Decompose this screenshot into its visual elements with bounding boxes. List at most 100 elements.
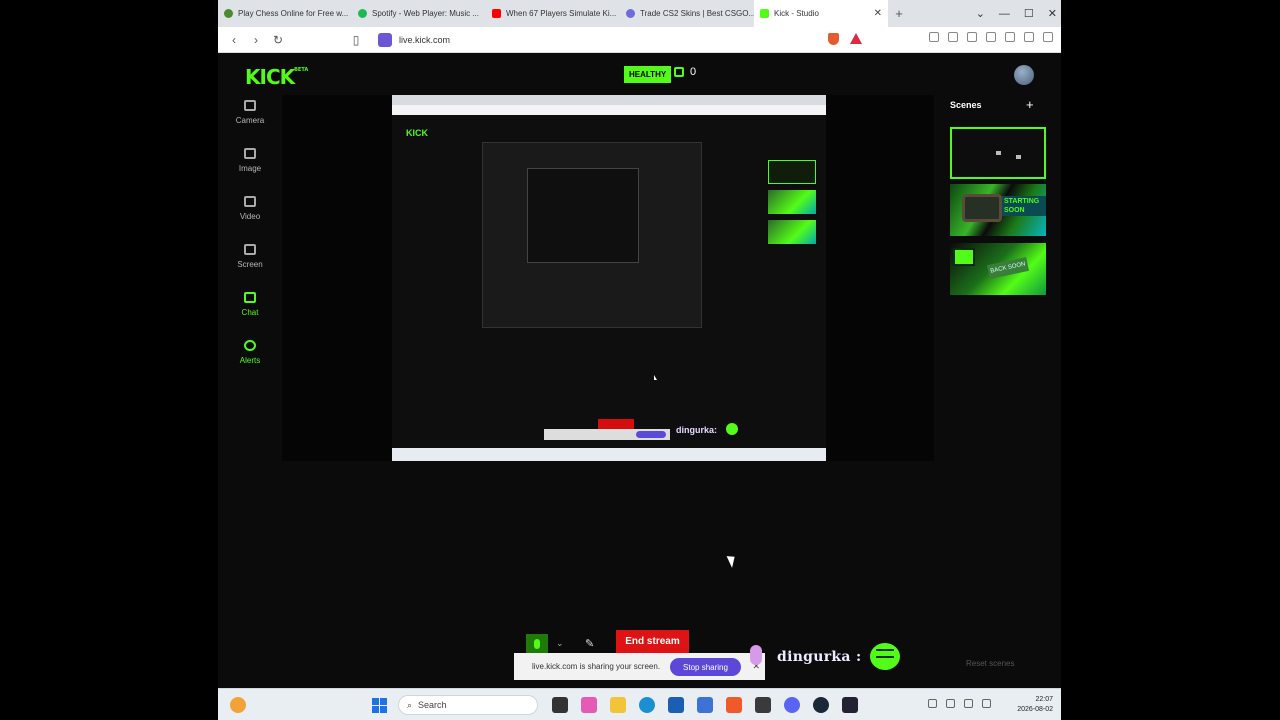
chat-username: dingurka : [777, 649, 862, 665]
new-tab-button[interactable]: + [888, 6, 910, 21]
vpn-icon[interactable] [1024, 32, 1034, 42]
store-icon[interactable] [668, 697, 684, 713]
scene-graphic [953, 248, 975, 266]
screen-icon [244, 244, 256, 255]
tab-youtube[interactable]: When 67 Players Simulate Ki... [486, 0, 620, 27]
tab-label: Play Chess Online for Free w... [238, 9, 349, 18]
tab-label: Spotify - Web Player: Music ... [372, 9, 479, 18]
network-icon[interactable] [946, 699, 955, 708]
close-window-button[interactable]: ✕ [1048, 7, 1057, 20]
alerts-icon [244, 340, 256, 351]
taskbar-search[interactable]: ⌕ Search [398, 695, 538, 715]
volume-icon[interactable] [964, 699, 973, 708]
start-button[interactable] [372, 698, 387, 713]
minimize-button[interactable]: — [999, 8, 1010, 20]
back-icon[interactable]: ‹ [228, 33, 240, 47]
battery-icon[interactable] [982, 699, 991, 708]
forward-icon[interactable]: › [250, 33, 262, 47]
system-tray [928, 699, 991, 708]
xbox-icon[interactable] [755, 697, 771, 713]
steam-icon[interactable] [813, 697, 829, 713]
maximize-button[interactable]: ☐ [1024, 7, 1034, 20]
viewer-count: 0 [674, 66, 696, 78]
pen-icon[interactable]: ✎ [585, 637, 594, 650]
starting-soon-text: STARTING SOON [1002, 196, 1046, 216]
menu-icon[interactable] [1043, 32, 1053, 42]
health-badge: HEALTHY [624, 66, 672, 83]
extensions-icon[interactable] [1005, 32, 1015, 42]
scene-thumbnail-live[interactable] [950, 127, 1046, 179]
taskbar-search-label: Search [418, 700, 447, 710]
end-stream-button[interactable]: End stream [616, 630, 689, 653]
kick-logo[interactable]: KICKBETA [245, 65, 308, 89]
sidebar-item-screen[interactable]: Screen [228, 244, 272, 292]
screen-share-notification: live.kick.com is sharing your screen. St… [514, 653, 765, 680]
chess-favicon-icon [224, 9, 233, 18]
tab-list-chevron-icon[interactable]: ⌄ [976, 7, 985, 20]
viewers-icon [674, 67, 684, 77]
scene-cursor-icon [996, 151, 1001, 155]
clock[interactable]: 22:07 2026-08-02 [1017, 695, 1053, 715]
chevron-down-icon[interactable]: ⌄ [556, 638, 564, 649]
add-scene-button[interactable]: + [1026, 97, 1034, 112]
tab-label: Trade CS2 Skins | Best CSGO... [640, 9, 754, 18]
url-text: live.kick.com [399, 35, 451, 45]
sidebar-item-alerts[interactable]: Alerts [228, 340, 272, 388]
copilot-icon[interactable] [581, 697, 597, 713]
scene-thumbnail-back-soon[interactable]: BACK SOON [950, 243, 1046, 295]
preview-stop-sharing [636, 431, 666, 438]
reset-scenes-button[interactable]: Reset scenes [966, 659, 1014, 668]
brave-shield-icon[interactable] [828, 33, 839, 45]
preview-taskbar [392, 448, 826, 461]
tab-cs2[interactable]: Trade CS2 Skins | Best CSGO... [620, 0, 754, 27]
bookmark-icon[interactable]: ▯ [350, 33, 362, 47]
clock-date: 2026-08-02 [1017, 706, 1053, 713]
stream-canvas[interactable]: KICK dingurka: [282, 95, 934, 461]
tab-label: When 67 Players Simulate Ki... [506, 9, 617, 18]
tab-kick-studio[interactable]: Kick - Studio ✕ [754, 0, 888, 27]
back-soon-text: BACK SOON [986, 256, 1030, 280]
weather-icon[interactable] [230, 697, 246, 713]
viewer-count-value: 0 [690, 66, 697, 78]
preview-scene [768, 160, 816, 184]
share-text: live.kick.com is sharing your screen. [532, 662, 661, 671]
sidebar-item-chat[interactable]: Chat [228, 292, 272, 340]
file-explorer-icon[interactable] [610, 697, 626, 713]
preview-share-bar [544, 429, 670, 440]
teams-icon[interactable] [697, 697, 713, 713]
scene-thumbnail-starting-soon[interactable]: STARTING SOON [950, 184, 1046, 236]
sidebar-item-image[interactable]: Image [228, 148, 272, 196]
url-field[interactable]: live.kick.com [378, 31, 450, 49]
stop-sharing-button[interactable]: Stop sharing [670, 658, 741, 676]
edge-icon[interactable] [639, 697, 655, 713]
discord-icon[interactable] [784, 697, 800, 713]
sidebar-item-video[interactable]: Video [228, 196, 272, 244]
sidebar-item-label: Chat [241, 308, 259, 317]
preview-kick-logo: KICK [406, 128, 428, 138]
tab-spotify[interactable]: Spotify - Web Player: Music ... [352, 0, 486, 27]
camera-icon [244, 100, 256, 111]
sidebar-item-label: Alerts [239, 356, 261, 365]
preview-cursor-icon [654, 375, 657, 380]
app-icon[interactable] [842, 697, 858, 713]
user-avatar[interactable] [1014, 65, 1034, 85]
close-tab-icon[interactable]: ✕ [874, 8, 882, 19]
media-icon[interactable] [948, 32, 958, 42]
task-view-icon[interactable] [552, 697, 568, 713]
tab-label: Kick - Studio [774, 9, 819, 18]
brave-icon[interactable] [726, 697, 742, 713]
sidebar-item-camera[interactable]: Camera [228, 100, 272, 148]
tray-chevron-icon[interactable] [928, 699, 937, 708]
sidebar-toggle-icon[interactable] [967, 32, 977, 42]
download-icon[interactable] [929, 32, 939, 42]
sidebar-item-label: Screen [237, 260, 263, 269]
preview-nested-window [482, 142, 702, 328]
site-info-icon[interactable] [378, 33, 392, 47]
rewards-icon[interactable] [850, 33, 862, 44]
tab-chess[interactable]: Play Chess Online for Free w... [218, 0, 352, 27]
wallet-icon[interactable] [986, 32, 996, 42]
youtube-favicon-icon [492, 9, 501, 18]
reload-icon[interactable]: ↻ [272, 33, 284, 47]
windows-taskbar: ⌕ Search 22:07 2026-08-02 [218, 688, 1061, 720]
image-icon [244, 148, 256, 159]
